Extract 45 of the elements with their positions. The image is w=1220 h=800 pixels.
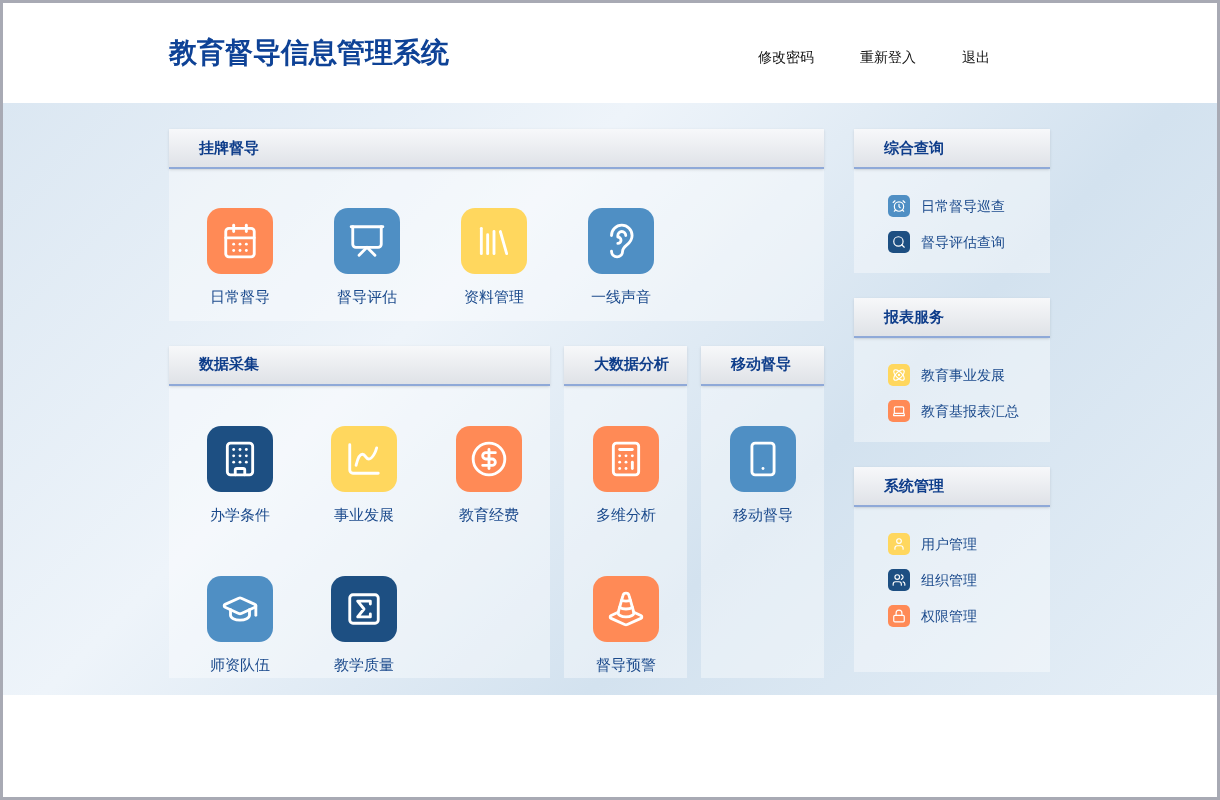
app-tile[interactable]	[592, 576, 659, 642]
app-tile[interactable]	[206, 576, 273, 642]
sidebar-link[interactable]: 教育基报表汇总	[921, 400, 1019, 422]
tile-label[interactable]: 办学条件	[209, 503, 270, 526]
tile-label[interactable]: 日常督导	[209, 286, 270, 309]
traffic-cone-icon	[606, 590, 645, 628]
panel-header: 大数据分析	[564, 345, 687, 386]
tile-label[interactable]: 教学质量	[334, 654, 395, 677]
app-tile[interactable]	[729, 425, 796, 492]
panel-header: 综合查询	[854, 129, 1050, 169]
nav-link[interactable]: 退出	[962, 46, 990, 68]
app-tile[interactable]	[587, 208, 654, 274]
panel-header: 系统管理	[854, 467, 1050, 507]
tile-label[interactable]: 教育经费	[458, 503, 519, 526]
nav-link[interactable]: 重新登入	[860, 46, 916, 68]
app-tile[interactable]	[592, 425, 659, 492]
nav-link[interactable]: 修改密码	[758, 46, 814, 68]
app-tile[interactable]	[206, 208, 273, 274]
tile-label[interactable]: 师资队伍	[209, 654, 270, 677]
panel-header: 数据采集	[169, 345, 550, 386]
panel-header: 报表服务	[854, 298, 1050, 338]
panel-header: 移动督导	[701, 345, 824, 386]
tile-label[interactable]: 一线声音	[590, 286, 651, 309]
app-title: 教育督导信息管理系统	[169, 35, 449, 71]
app-tile[interactable]	[333, 208, 400, 274]
tile-label[interactable]: 事业发展	[334, 503, 395, 526]
dollar-icon	[469, 439, 508, 478]
tile-label[interactable]: 督导评估	[336, 286, 397, 309]
board-icon	[347, 222, 386, 260]
tile-label[interactable]: 督导预警	[595, 654, 656, 677]
app-tile[interactable]	[460, 208, 527, 274]
app-tile[interactable]	[331, 425, 398, 492]
sidebar-link[interactable]: 督导评估查询	[921, 231, 1005, 253]
app-tile[interactable]	[455, 425, 522, 492]
tile-label[interactable]: 多维分析	[595, 503, 656, 526]
sidebar-link[interactable]: 日常督导巡查	[921, 195, 1005, 217]
panel-header: 挂牌督导	[169, 129, 824, 169]
sidebar-link[interactable]: 组织管理	[921, 569, 977, 591]
tile-label[interactable]: 移动督导	[732, 503, 793, 526]
sidebar-link[interactable]: 教育事业发展	[921, 364, 1005, 386]
tile-label[interactable]: 资料管理	[463, 286, 524, 309]
app-tile[interactable]	[331, 576, 398, 642]
sidebar-link[interactable]: 用户管理	[921, 533, 977, 555]
app-tile[interactable]	[206, 425, 273, 492]
sidebar-link[interactable]: 权限管理	[921, 605, 977, 627]
